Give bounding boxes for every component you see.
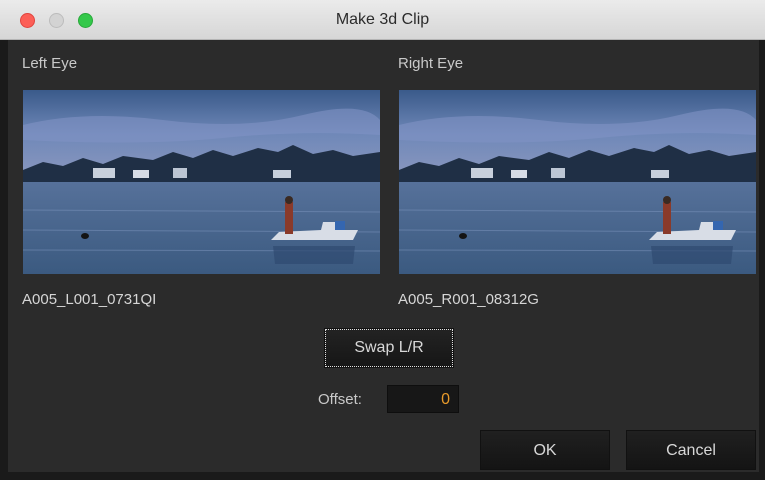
title-bar[interactable]: Make 3d Clip bbox=[0, 0, 765, 40]
window-title: Make 3d Clip bbox=[335, 11, 430, 28]
background-edge-left bbox=[0, 40, 8, 480]
ok-button[interactable]: OK bbox=[480, 430, 610, 470]
right-clip-name: A005_R001_08312G bbox=[398, 291, 539, 308]
background-edge-right bbox=[759, 40, 765, 480]
right-eye-thumbnail bbox=[399, 90, 756, 274]
offset-label: Offset: bbox=[318, 391, 362, 408]
offset-input[interactable]: 0 bbox=[387, 385, 459, 413]
dialog-body: Left Eye Right Eye A005_L001_0731QI A005… bbox=[8, 41, 759, 472]
right-eye-heading: Right Eye bbox=[398, 55, 464, 72]
background-edge-bottom bbox=[0, 472, 765, 480]
make-3d-clip-window: Make 3d Clip Left Eye Right Eye A005_L00… bbox=[0, 0, 765, 480]
swap-lr-button[interactable]: Swap L/R bbox=[324, 328, 454, 368]
cancel-button[interactable]: Cancel bbox=[626, 430, 756, 470]
left-eye-thumbnail bbox=[23, 90, 380, 274]
left-eye-heading: Left Eye bbox=[22, 55, 78, 72]
left-clip-name: A005_L001_0731QI bbox=[22, 291, 157, 308]
